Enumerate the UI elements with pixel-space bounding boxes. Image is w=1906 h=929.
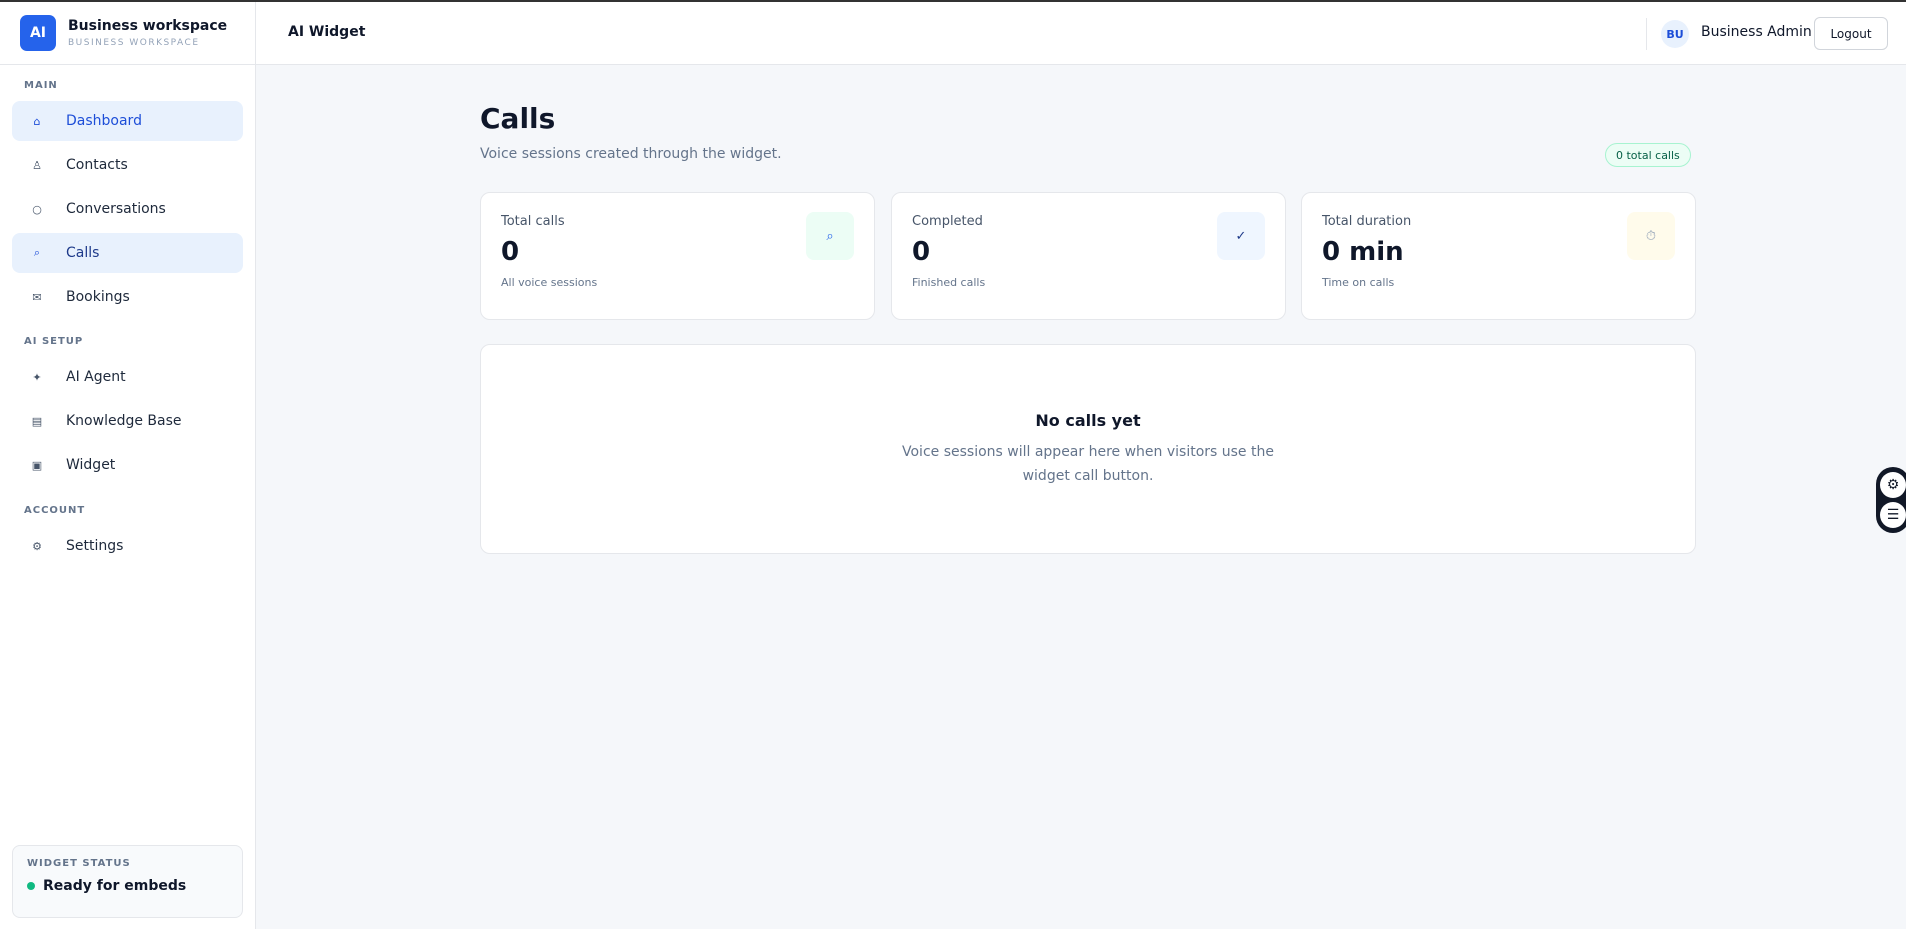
brand: AI Business workspace BUSINESS WORKSPACE: [0, 2, 255, 65]
sidebar-item-dashboard[interactable]: ⌂ Dashboard: [12, 101, 243, 141]
sidebar-item-label: Contacts: [66, 157, 128, 173]
gear-icon[interactable]: ⚙: [1880, 471, 1906, 498]
sidebar-item-settings[interactable]: ⚙ Settings: [12, 526, 243, 566]
sidebar-item-knowledge-base[interactable]: ▤ Knowledge Base: [12, 401, 243, 441]
phone-icon: ⌕: [33, 246, 41, 259]
brand-name: Business workspace: [68, 18, 228, 34]
total-calls-badge: 0 total calls: [1605, 143, 1691, 167]
user-name: Business Admin: [1701, 24, 1812, 40]
empty-state-card: No calls yet Voice sessions will appear …: [480, 344, 1696, 554]
calendar-icon: ✉: [32, 290, 42, 304]
brand-logo: AI: [20, 15, 56, 51]
stat-value: 0: [501, 237, 520, 267]
check-icon: ✓: [1217, 212, 1265, 260]
stat-label: Total duration: [1322, 214, 1412, 229]
stat-card-completed: Completed 0 Finished calls ✓: [891, 192, 1286, 320]
phone-icon: ⌕: [806, 212, 854, 260]
section-label-account: ACCOUNT: [24, 505, 86, 516]
timer-icon: ⏱: [1627, 212, 1675, 260]
top-header: AI Widget BU Business Admin Logout: [256, 2, 1906, 65]
stat-hint: Time on calls: [1322, 276, 1395, 289]
sidebar-item-widget[interactable]: ▣ Widget: [12, 445, 243, 485]
stat-hint: Finished calls: [912, 276, 986, 289]
gear-icon: ⚙: [32, 539, 42, 553]
stat-card-total-calls: Total calls 0 All voice sessions ⌕: [480, 192, 875, 320]
stat-value: 0: [912, 237, 931, 267]
widget-status-text: Ready for embeds: [43, 878, 187, 894]
empty-state-description: Voice sessions will appear here when vis…: [902, 444, 1274, 484]
stat-label: Total calls: [501, 214, 565, 229]
sidebar-item-bookings[interactable]: ✉ Bookings: [12, 277, 243, 317]
section-label-main: MAIN: [24, 80, 58, 91]
sidebar: AI Business workspace BUSINESS WORKSPACE…: [0, 2, 256, 929]
sidebar-item-label: Dashboard: [66, 113, 142, 129]
avatar[interactable]: BU: [1661, 20, 1689, 48]
chat-icon: ○: [32, 202, 42, 216]
brand-subtitle: BUSINESS WORKSPACE: [68, 38, 200, 48]
stat-label: Completed: [912, 214, 983, 229]
sidebar-item-label: Bookings: [66, 289, 130, 305]
header-divider: [1646, 18, 1647, 50]
sidebar-item-conversations[interactable]: ○ Conversations: [12, 189, 243, 229]
widget-status-card: WIDGET STATUS Ready for embeds: [12, 845, 243, 918]
sidebar-item-label: Knowledge Base: [66, 413, 182, 429]
sidebar-item-ai-agent[interactable]: ✦ AI Agent: [12, 357, 243, 397]
sidebar-item-contacts[interactable]: ♙ Contacts: [12, 145, 243, 185]
status-dot-icon: [27, 882, 35, 890]
sidebar-item-label: Conversations: [66, 201, 166, 217]
stat-hint: All voice sessions: [501, 276, 598, 289]
stat-value: 0 min: [1322, 237, 1404, 267]
stat-card-total-duration: Total duration 0 min Time on calls ⏱: [1301, 192, 1696, 320]
user-icon: ♙: [32, 158, 42, 172]
widget-status-label: WIDGET STATUS: [27, 858, 131, 869]
section-label-ai-setup: AI SETUP: [24, 336, 84, 347]
empty-state-title: No calls yet: [1035, 411, 1141, 430]
book-icon: ▤: [31, 414, 43, 428]
sidebar-item-label: AI Agent: [66, 369, 126, 385]
home-icon: ⌂: [33, 114, 41, 128]
sidebar-item-label: Calls: [66, 245, 100, 261]
floating-widget: ⚙ ☰: [1876, 467, 1906, 533]
header-title: AI Widget: [288, 24, 366, 40]
sidebar-item-label: Widget: [66, 457, 116, 473]
menu-icon[interactable]: ☰: [1880, 502, 1906, 529]
page-title: Calls: [480, 102, 556, 135]
sidebar-item-calls[interactable]: ⌕ Calls: [12, 233, 243, 273]
page-subtitle: Voice sessions created through the widge…: [480, 146, 782, 162]
sidebar-item-label: Settings: [66, 538, 124, 554]
sparkle-icon: ✦: [32, 370, 42, 384]
logout-button[interactable]: Logout: [1814, 17, 1888, 50]
widget-icon: ▣: [31, 458, 43, 472]
